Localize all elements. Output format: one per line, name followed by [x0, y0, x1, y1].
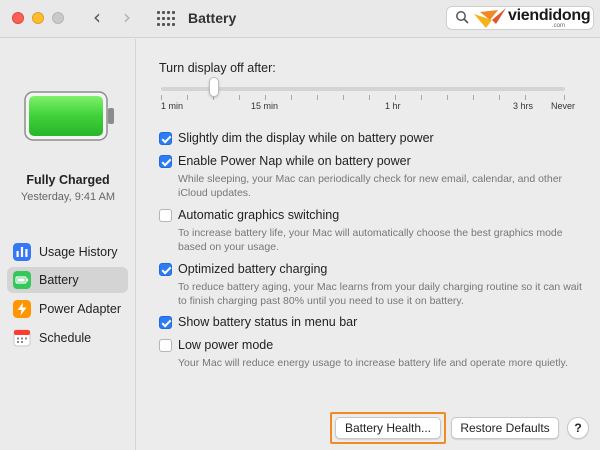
display-off-slider-track[interactable]	[161, 87, 565, 91]
option-description: To increase battery life, your Mac will …	[178, 227, 563, 253]
search-icon	[456, 11, 469, 24]
title-bar: ‹ › Battery viendidong .com	[0, 0, 600, 38]
option-label: Show battery status in menu bar	[178, 315, 358, 329]
sidebar: Fully Charged Yesterday, 9:41 AM Usage H…	[0, 39, 136, 450]
show-all-grid-icon[interactable]	[157, 11, 175, 27]
sidebar-item-schedule[interactable]: Schedule	[7, 325, 128, 351]
minimize-window-button[interactable]	[32, 12, 44, 24]
display-off-slider-knob[interactable]	[209, 77, 219, 97]
option-label: Automatic graphics switching	[178, 208, 340, 222]
power-nap-checkbox[interactable]	[159, 155, 172, 168]
optimized-charging-checkbox[interactable]	[159, 263, 172, 276]
help-button[interactable]: ?	[567, 417, 589, 439]
option-label: Slightly dim the display while on batter…	[178, 131, 434, 145]
forward-button[interactable]: ›	[116, 7, 138, 29]
bird-logo-icon	[474, 8, 506, 28]
watermark-logo: viendidong .com	[472, 6, 592, 32]
charge-time: Yesterday, 9:41 AM	[20, 191, 116, 203]
low-power-mode-checkbox[interactable]	[159, 339, 172, 352]
sidebar-item-usage-history[interactable]: Usage History	[7, 239, 128, 265]
sidebar-item-label: Battery	[39, 273, 79, 287]
dim-display-checkbox[interactable]	[159, 132, 172, 145]
schedule-icon	[13, 329, 31, 347]
window-title: Battery	[188, 10, 237, 26]
option-label: Enable Power Nap while on battery power	[178, 154, 411, 168]
graphics-switching-checkbox[interactable]	[159, 209, 172, 222]
zoom-window-button[interactable]	[52, 12, 64, 24]
charge-status: Fully Charged	[26, 173, 110, 187]
power-adapter-icon	[13, 300, 31, 318]
option-description: Your Mac will reduce energy usage to inc…	[178, 357, 568, 369]
battery-full-icon	[24, 91, 114, 141]
watermark-sub: .com	[552, 23, 566, 29]
battery-icon	[13, 271, 31, 289]
battery-settings-panel: Turn display off after: 1 min 15 min 1 h…	[137, 39, 600, 450]
tick-label-3hrs: 3 hrs	[513, 101, 534, 111]
back-button[interactable]: ‹	[86, 7, 108, 29]
display-off-label: Turn display off after:	[159, 61, 276, 75]
option-description: To reduce battery aging, your Mac learns…	[178, 281, 582, 307]
tick-label-1hr: 1 hr	[385, 101, 401, 111]
sidebar-item-label: Usage History	[39, 245, 118, 259]
sidebar-item-power-adapter[interactable]: Power Adapter	[7, 296, 128, 322]
tick-label-15min: 15 min	[251, 101, 279, 111]
sidebar-item-label: Power Adapter	[39, 302, 121, 316]
option-label: Optimized battery charging	[178, 262, 328, 276]
sidebar-item-battery[interactable]: Battery	[7, 267, 128, 293]
sidebar-item-label: Schedule	[39, 331, 92, 345]
tick-label-never: Never	[551, 101, 576, 111]
option-label: Low power mode	[178, 338, 274, 352]
close-window-button[interactable]	[12, 12, 24, 24]
option-description: While sleeping, your Mac can periodicall…	[178, 173, 563, 199]
tick-label-1min: 1 min	[161, 101, 184, 111]
battery-status-checkbox[interactable]	[159, 316, 172, 329]
battery-health-button[interactable]: Battery Health...	[335, 417, 441, 439]
usage-history-icon	[13, 243, 31, 261]
slider-ticks	[161, 95, 565, 101]
restore-defaults-button[interactable]: Restore Defaults	[451, 417, 559, 439]
watermark-brand: viendidong	[508, 7, 591, 24]
